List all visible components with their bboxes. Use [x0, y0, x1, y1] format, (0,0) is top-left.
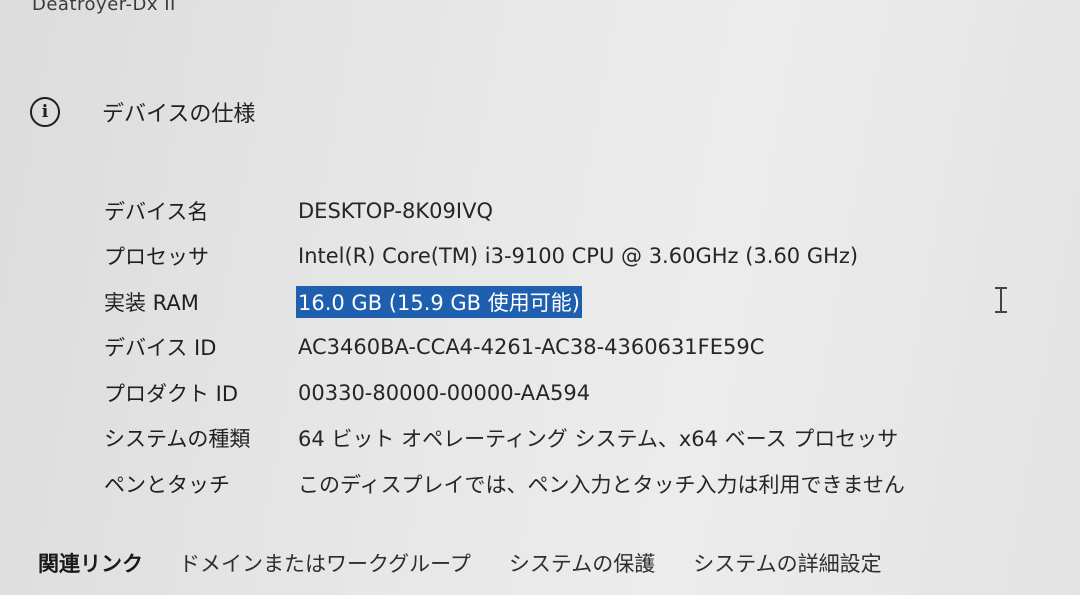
spec-label: システムの種類: [104, 427, 251, 452]
spec-label: ペンとタッチ: [104, 472, 230, 497]
spec-value[interactable]: DESKTOP-8K09IVQ: [296, 198, 495, 224]
system-protection-link[interactable]: システムの保護: [509, 548, 655, 578]
advanced-system-settings-link[interactable]: システムの詳細設定: [693, 548, 881, 578]
spec-row-device-name: デバイス名 DESKTOP-8K09IVQ: [104, 188, 1004, 234]
spec-value-selected[interactable]: 16.0 GB (15.9 GB 使用可能): [296, 285, 582, 318]
spec-value[interactable]: AC3460BA-CCA4-4261-AC38-4360631FE59C: [296, 334, 766, 360]
section-title: デバイスの仕様: [102, 102, 256, 127]
spec-value[interactable]: 00330-80000-00000-AA594: [296, 380, 592, 406]
spec-value[interactable]: Intel(R) Core(TM) i3-9100 CPU @ 3.60GHz …: [296, 243, 860, 269]
device-specs-list: デバイス名 DESKTOP-8K09IVQ プロセッサ Intel(R) Cor…: [104, 188, 1004, 507]
spec-row-processor: プロセッサ Intel(R) Core(TM) i3-9100 CPU @ 3.…: [104, 234, 1004, 280]
related-links-bar: 関連リンク ドメインまたはワークグループ システムの保護 システムの詳細設定: [38, 548, 920, 578]
text-cursor-icon: [994, 287, 1008, 313]
spec-label: デバイス名: [104, 199, 209, 224]
spec-label: プロセッサ: [104, 245, 209, 270]
device-specs-section-header: i デバイスの仕様: [30, 96, 255, 128]
domain-workgroup-link[interactable]: ドメインまたはワークグループ: [179, 548, 471, 578]
spec-value[interactable]: このディスプレイでは、ペン入力とタッチ入力は利用できません: [296, 468, 907, 500]
spec-label: プロダクト ID: [104, 381, 239, 406]
spec-row-pen-touch: ペンとタッチ このディスプレイでは、ペン入力とタッチ入力は利用できません: [104, 461, 1004, 507]
spec-row-installed-ram: 実装 RAM 16.0 GB (15.9 GB 使用可能): [104, 279, 1004, 325]
spec-row-device-id: デバイス ID AC3460BA-CCA4-4261-AC38-4360631F…: [104, 325, 1004, 371]
spec-value[interactable]: 64 ビット オペレーティング システム、x64 ベース プロセッサ: [296, 422, 900, 454]
spec-row-product-id: プロダクト ID 00330-80000-00000-AA594: [104, 370, 1004, 416]
info-icon: i: [30, 97, 60, 127]
spec-label: デバイス ID: [104, 336, 217, 361]
device-header: Deatroyer-Dx II: [32, 0, 176, 15]
spec-row-system-type: システムの種類 64 ビット オペレーティング システム、x64 ベース プロセ…: [104, 416, 1004, 462]
spec-label: 実装 RAM: [104, 290, 199, 315]
related-links-title: 関連リンク: [38, 552, 143, 576]
